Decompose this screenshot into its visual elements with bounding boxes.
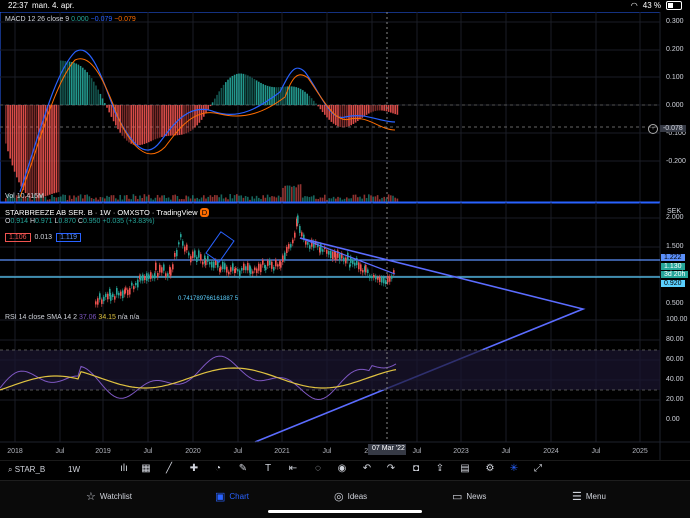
time-tick: 2020 bbox=[185, 448, 201, 455]
lower-line-tag: 0.920 bbox=[661, 280, 685, 287]
rsi-scale-tick: 40.00 bbox=[666, 376, 684, 383]
news-icon: ▭ bbox=[452, 490, 462, 503]
price-scale-tick: 0.500 bbox=[666, 300, 684, 307]
sell-price[interactable]: 1.106 bbox=[5, 233, 31, 242]
wifi-icon: ◠ bbox=[631, 1, 638, 10]
ideas-icon: ◎ bbox=[334, 490, 344, 503]
clock: 22:37 bbox=[8, 1, 28, 10]
rsi-scale-tick: 80.00 bbox=[666, 336, 684, 343]
shapes-icon[interactable]: ◔ bbox=[212, 463, 224, 475]
rsi-band bbox=[0, 350, 660, 390]
main-legend[interactable]: STARBREEZE AB SER. B · 1W · OMXSTO · Tra… bbox=[5, 208, 209, 217]
brush-icon[interactable]: ✎ bbox=[237, 463, 249, 475]
fullscreen-icon[interactable]: ⤢ bbox=[532, 463, 544, 475]
settings-icon[interactable]: ⚙ bbox=[484, 463, 496, 475]
rsi-scale-tick: 60.00 bbox=[666, 356, 684, 363]
cursor-date: 07 Mar '22 bbox=[372, 445, 405, 452]
rsi-scale-tick: 0.00 bbox=[666, 416, 680, 423]
last-price-tag: 1.130 bbox=[661, 263, 685, 270]
time-tick: 2018 bbox=[7, 448, 23, 455]
crosshair-icon[interactable]: ✚ bbox=[188, 463, 200, 475]
layout-icon[interactable]: ▤ bbox=[459, 463, 471, 475]
buy-price[interactable]: 1.119 bbox=[56, 233, 81, 242]
ohlc-values: O0.914 H0.971 L0.870 C0.950 +0.035 (+3.8… bbox=[5, 218, 155, 225]
time-tick: 2023 bbox=[453, 448, 469, 455]
time-tick: 2021 bbox=[274, 448, 290, 455]
share-icon[interactable]: ⇪ bbox=[434, 463, 446, 475]
time-tick: Jul bbox=[144, 448, 153, 455]
upper-line-tag: 1.222 bbox=[661, 254, 685, 261]
rsi-legend[interactable]: RSI 14 close SMA 14 2 37.06 34.15 n/a n/… bbox=[5, 314, 139, 321]
camera-icon[interactable]: ◘ bbox=[410, 463, 422, 475]
add-icon[interactable]: + bbox=[648, 124, 658, 134]
timeframe-button[interactable]: 1W bbox=[68, 465, 80, 474]
rsi-scale-tick: 100.00 bbox=[666, 316, 687, 323]
price-scale-tick: 2.000 bbox=[666, 214, 684, 221]
time-tick: Jul bbox=[234, 448, 243, 455]
date: man. 4. apr. bbox=[32, 1, 74, 10]
trendline-icon[interactable]: ╱ bbox=[163, 463, 175, 475]
chart-toolbar: ⌕ STAR_B 1W ılı ▦ ╱ ✚ ◔ ✎ T ⇤ ◌ ◉ ↶ ↷ ◘ … bbox=[0, 460, 690, 479]
time-tick: 2024 bbox=[543, 448, 559, 455]
macd-scale-tick: 0.100 bbox=[666, 74, 684, 81]
time-tick: Jul bbox=[592, 448, 601, 455]
indicators-icon[interactable]: ▦ bbox=[140, 463, 152, 475]
battery-icon bbox=[666, 1, 682, 10]
rsi-scale-tick: 20.00 bbox=[666, 396, 684, 403]
time-tick: Jul bbox=[502, 448, 511, 455]
star-icon: ☆ bbox=[86, 490, 96, 503]
macd-legend[interactable]: MACD 12 26 close 9 0.000 −0.079 −0.079 bbox=[5, 16, 136, 23]
annotation-label: 0.741789766161887 5 bbox=[178, 296, 238, 302]
time-tick: Jul bbox=[56, 448, 65, 455]
text-icon[interactable]: T bbox=[262, 463, 274, 475]
alert-icon[interactable]: ◌ bbox=[312, 463, 324, 475]
redo-icon[interactable]: ↷ bbox=[385, 463, 397, 475]
tab-menu[interactable]: ☰ Menu bbox=[572, 490, 606, 503]
tab-ideas[interactable]: ◎ Ideas bbox=[334, 490, 367, 503]
battery-percent: 43 % bbox=[643, 1, 661, 10]
status-bar: 22:37 man. 4. apr. ◠ 43 % bbox=[0, 0, 690, 12]
time-tick: 2025 bbox=[632, 448, 648, 455]
menu-icon: ☰ bbox=[572, 490, 582, 503]
macd-current-value: + -0.078 bbox=[648, 124, 686, 134]
macd-scale-tick: 0.200 bbox=[666, 46, 684, 53]
home-indicator bbox=[268, 510, 422, 513]
chart-icon: ▣ bbox=[215, 490, 225, 503]
delayed-badge: D bbox=[200, 208, 209, 217]
status-indicators: ◠ 43 % bbox=[631, 1, 682, 10]
time-tick: Jul bbox=[413, 448, 422, 455]
chart-type-icon[interactable]: ılı bbox=[118, 463, 130, 475]
chart-area[interactable]: 2018Jul2019Jul2020Jul2021Jul2022Jul2023J… bbox=[0, 12, 690, 460]
undo-icon[interactable]: ↶ bbox=[361, 463, 373, 475]
macd-scale-tick: 0.300 bbox=[666, 18, 684, 25]
bid-ask[interactable]: 1.106 0.013 1.119 bbox=[5, 233, 81, 242]
time-tick: 2019 bbox=[95, 448, 111, 455]
symbol-search[interactable]: ⌕ STAR_B bbox=[8, 465, 45, 475]
measure-icon[interactable]: ⇤ bbox=[287, 463, 299, 475]
eye-icon[interactable]: ◉ bbox=[336, 463, 348, 475]
macd-scale-tick: 0.000 bbox=[666, 102, 684, 109]
spread: 0.013 bbox=[35, 234, 53, 241]
tab-news[interactable]: ▭ News bbox=[452, 490, 486, 503]
cursor-mode-icon[interactable]: ✳ bbox=[508, 463, 520, 475]
macd-scale-tick: -0.200 bbox=[666, 158, 686, 165]
volume-legend[interactable]: Vol 10.415M bbox=[5, 193, 44, 200]
tab-chart[interactable]: ▣ Chart bbox=[215, 490, 249, 503]
tab-watchlist[interactable]: ☆ Watchlist bbox=[86, 490, 132, 503]
countdown-tag: 3d 20h bbox=[661, 271, 688, 278]
search-icon: ⌕ bbox=[8, 465, 12, 474]
time-tick: Jul bbox=[323, 448, 332, 455]
price-scale-tick: 1.500 bbox=[666, 243, 684, 250]
time-axis[interactable]: 2018Jul2019Jul2020Jul2021Jul2022Jul2023J… bbox=[7, 448, 648, 455]
